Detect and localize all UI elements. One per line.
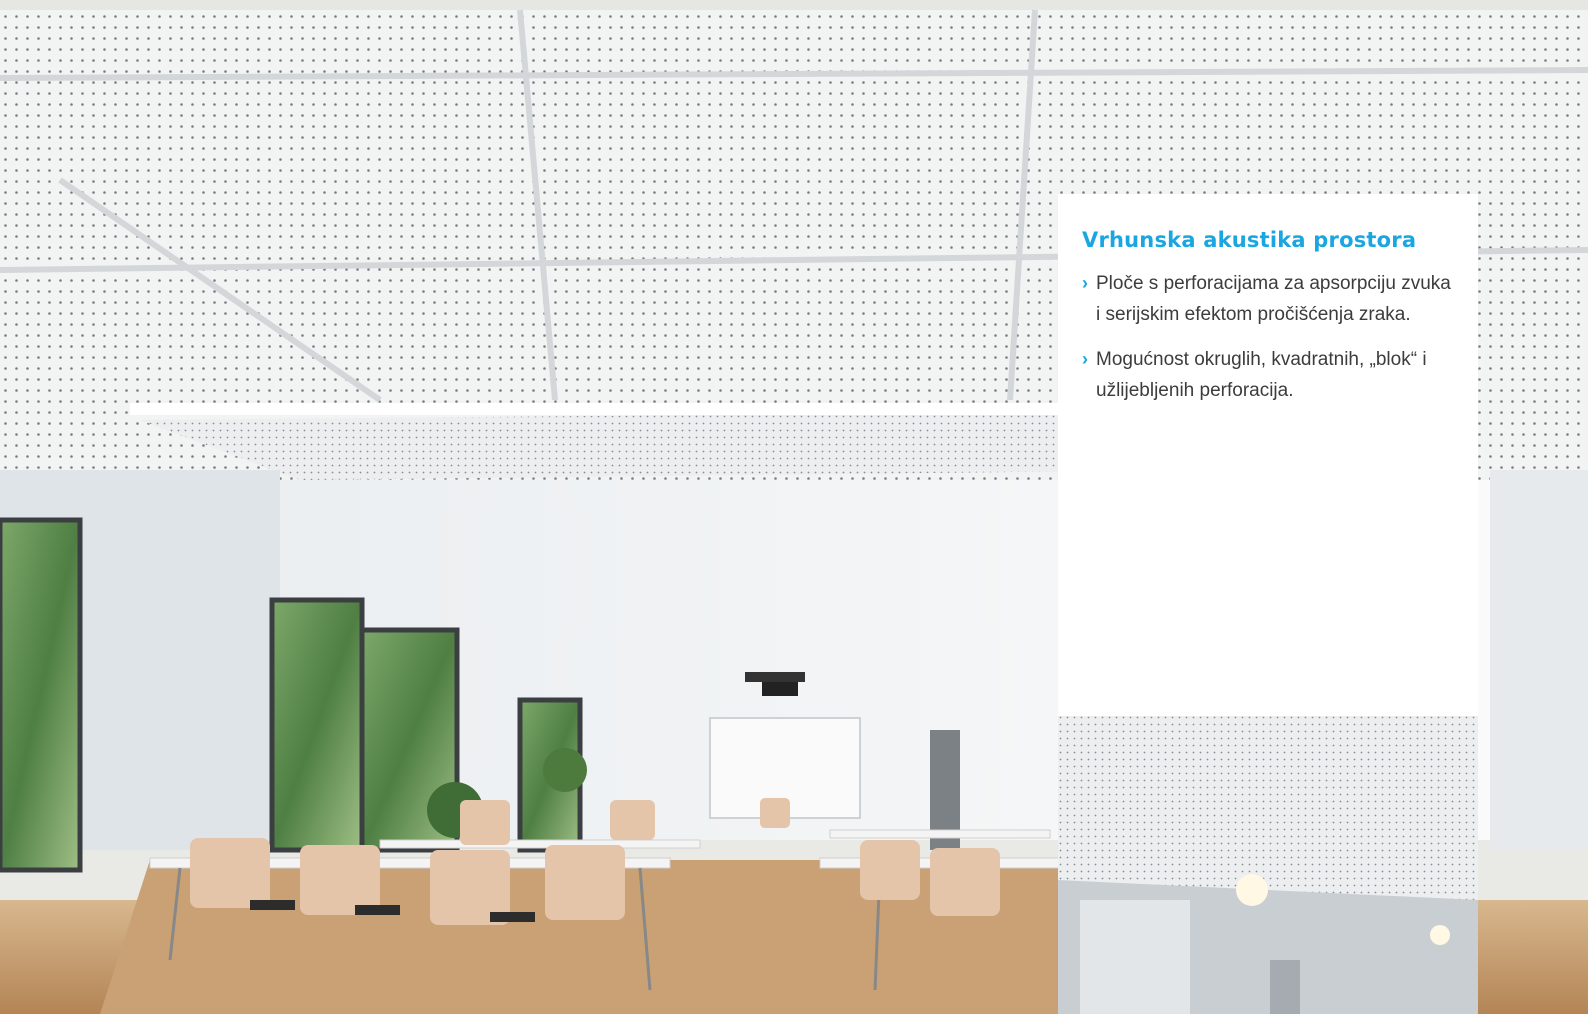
bullet-item: › Mogućnost okruglih, kvadratnih, „blok“… — [1082, 344, 1454, 406]
bullet-text: Mogućnost okruglih, kvadratnih, „blok“ i… — [1096, 349, 1427, 401]
chevron-right-icon: › — [1082, 349, 1088, 369]
chevron-right-icon: › — [1082, 273, 1088, 293]
bullet-text: Ploče s perforacijama za apsorpciju zvuk… — [1096, 273, 1451, 325]
bullet-item: › Ploče s perforacijama za apsorpciju zv… — [1082, 268, 1454, 330]
card-title: Vrhunska akustika prostora — [1082, 228, 1417, 252]
info-card: Vrhunska akustika prostora › Ploče s per… — [1058, 194, 1478, 716]
inset-photo — [1058, 706, 1478, 1014]
